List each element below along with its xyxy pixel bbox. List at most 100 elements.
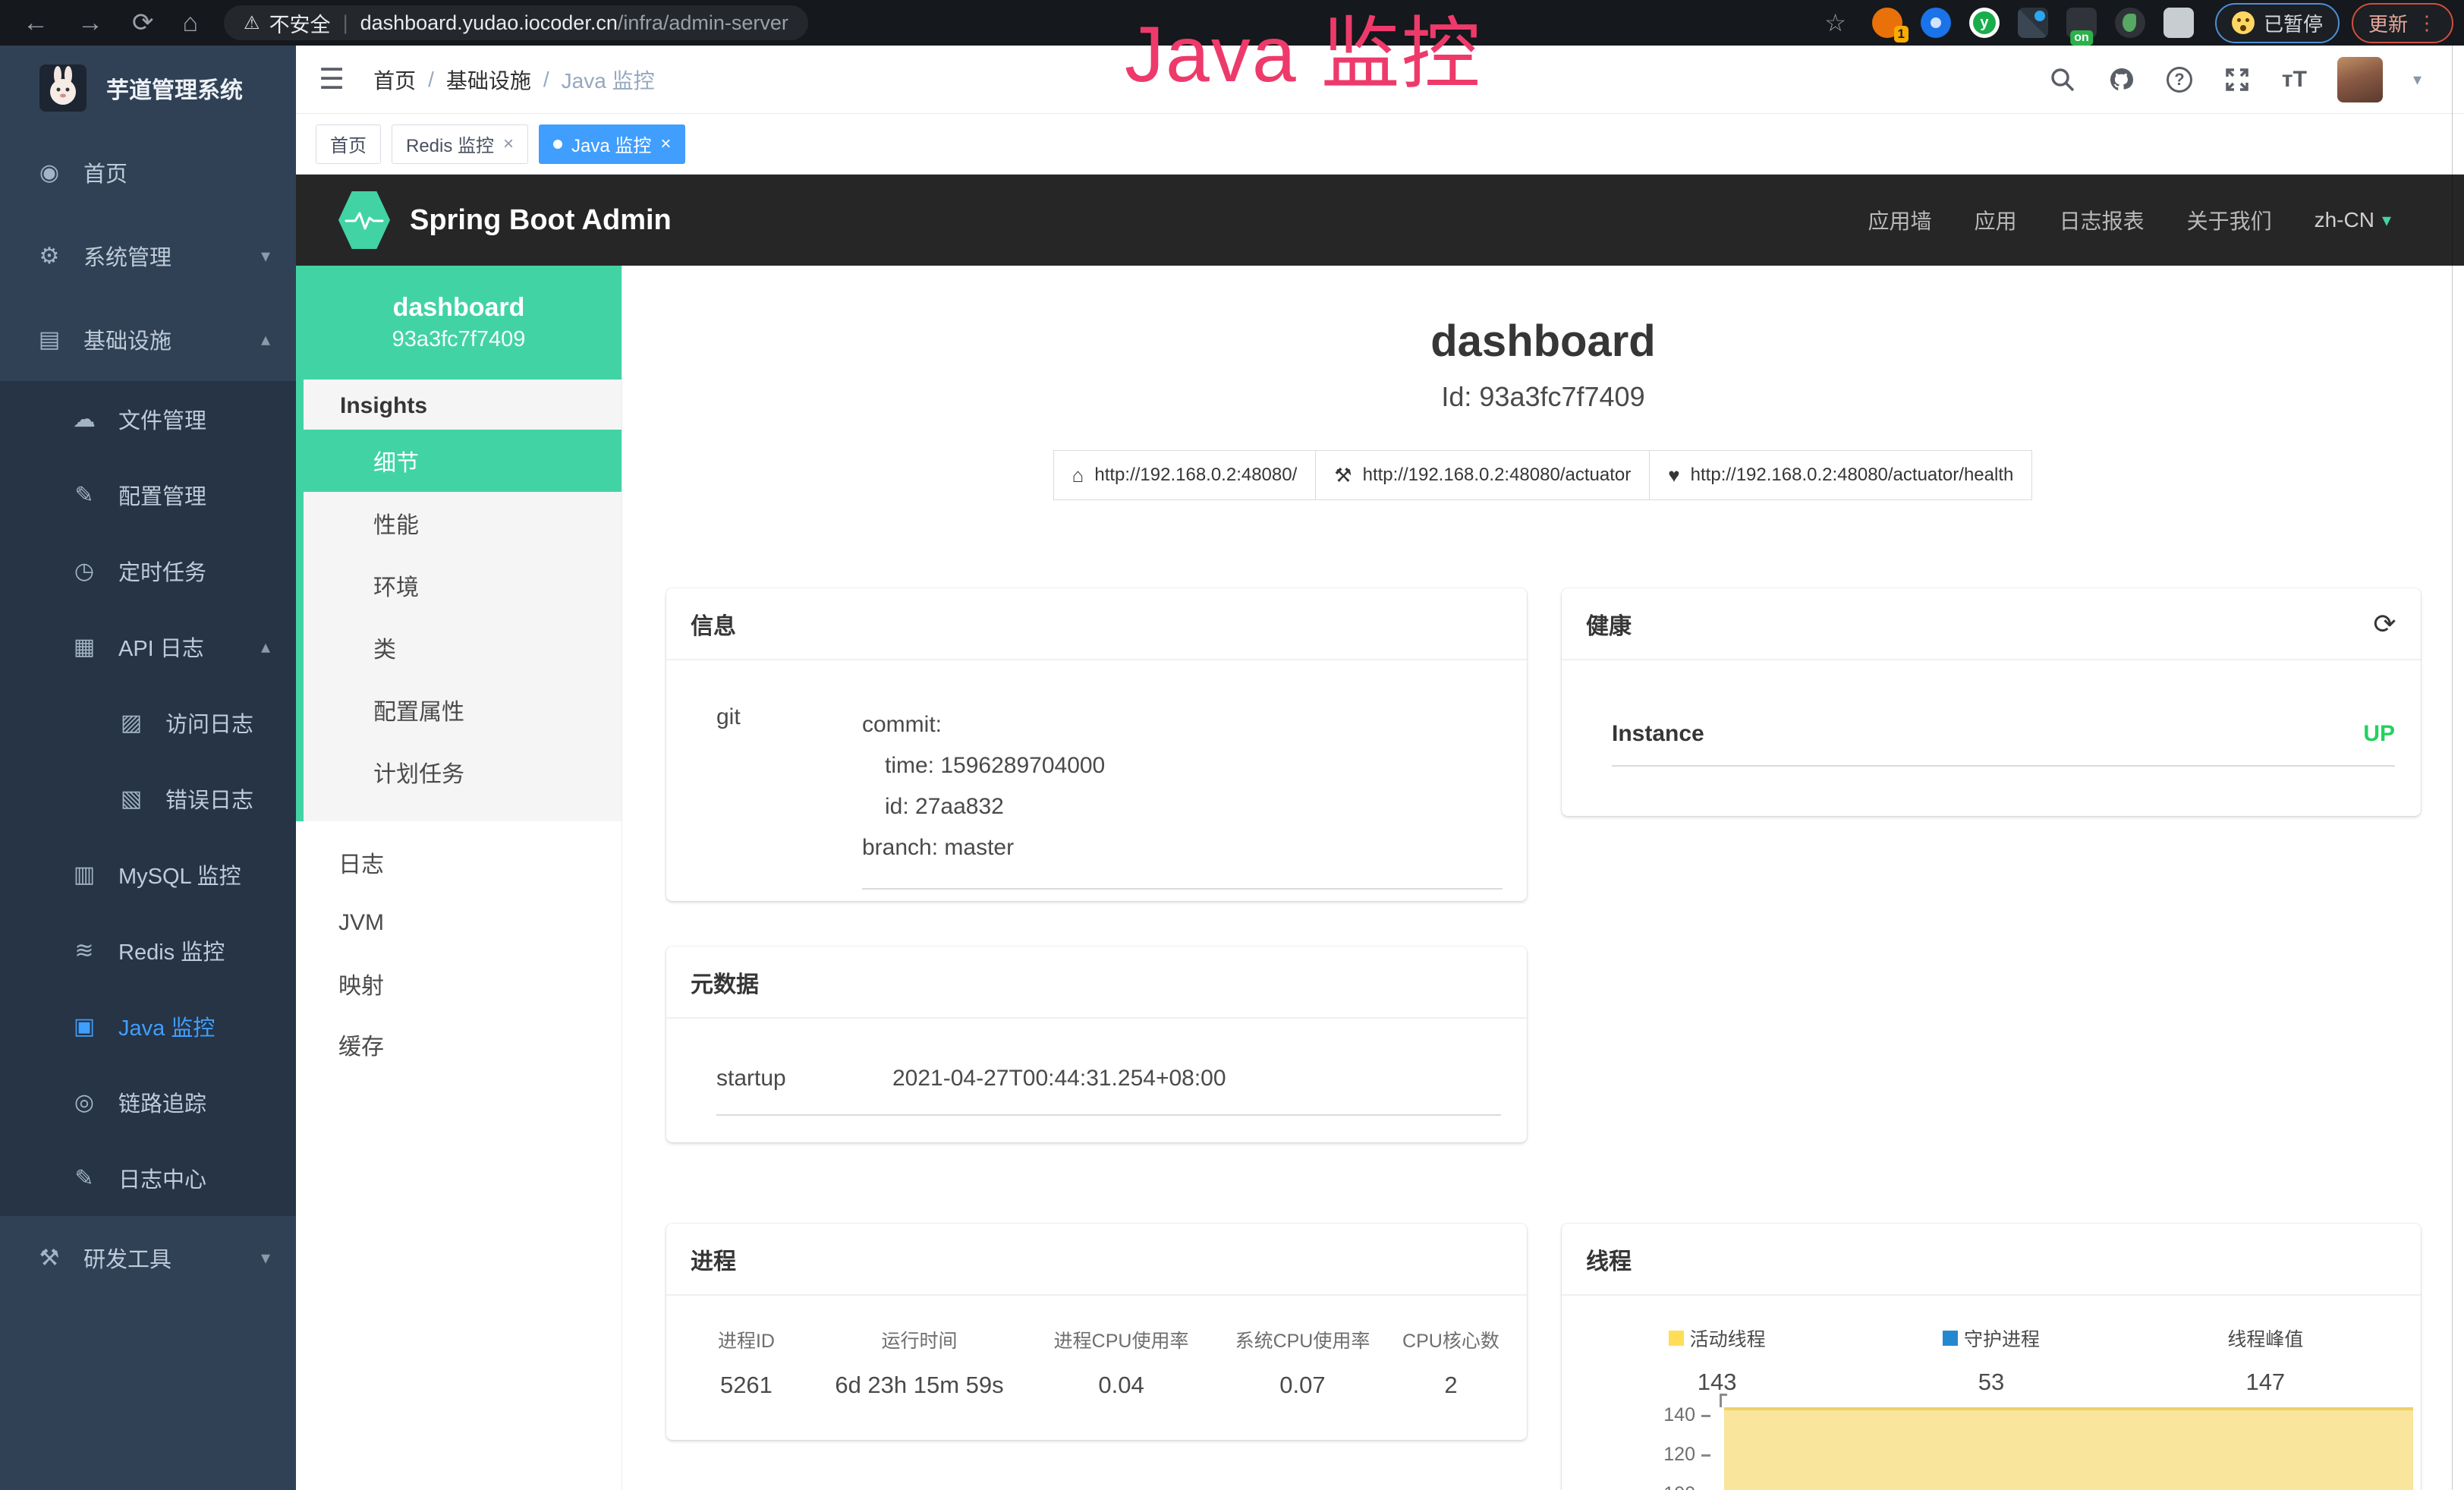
sidebar-item-log-center[interactable]: ✎ 日志中心 <box>0 1140 296 1216</box>
breadcrumb-infra[interactable]: 基础设施 <box>446 65 531 95</box>
sidebar-item-file-manage[interactable]: ☁ 文件管理 <box>0 381 296 457</box>
access-log-icon: ▨ <box>114 710 149 736</box>
sba-nav-applications[interactable]: 应用 <box>1975 205 2017 235</box>
update-button[interactable]: 更新 ⋮ <box>2352 3 2453 43</box>
tag-home[interactable]: 首页 <box>316 124 381 164</box>
extension-icon-leaf[interactable] <box>2115 8 2145 38</box>
sidebar-item-tracing[interactable]: ◎ 链路追踪 <box>0 1064 296 1140</box>
browser-home-icon[interactable]: ⌂ <box>183 0 199 46</box>
text-size-icon[interactable]: тT <box>2282 67 2307 93</box>
reload-icon[interactable]: ⟳ <box>132 0 154 46</box>
screen: ← → ⟳ ⌂ ⚠ 不安全 | dashboard.yudao.iocoder.… <box>0 0 2464 1490</box>
sidebar-item-config-manage[interactable]: ✎ 配置管理 <box>0 457 296 533</box>
sba-app-header: dashboard 93a3fc7f7409 <box>296 266 622 380</box>
sidebar-item-scheduled-jobs[interactable]: ◷ 定时任务 <box>0 533 296 609</box>
github-icon[interactable] <box>2107 65 2136 94</box>
threads-card: 线程 活动线程 守护进程 线程峰值 143 53 147 140 <box>1562 1224 2421 1490</box>
sba-nav-journal[interactable]: 日志报表 <box>2060 205 2145 235</box>
sba-item-environment[interactable]: 环境 <box>304 554 622 616</box>
health-url-button[interactable]: ♥ http://192.168.0.2:48080/actuator/heal… <box>1649 450 2032 500</box>
sba-item-caches[interactable]: 缓存 <box>296 1014 622 1075</box>
sidebar-item-access-logs[interactable]: ▨ 访问日志 <box>0 685 296 761</box>
extension-icon-grid[interactable] <box>2018 8 2048 38</box>
language-caret-icon: ▾ <box>2382 209 2391 232</box>
actuator-url-button[interactable]: ⚒ http://192.168.0.2:48080/actuator <box>1315 450 1650 500</box>
sba-item-metrics[interactable]: 性能 <box>304 492 622 554</box>
tag-java-monitor[interactable]: Java 监控 × <box>539 124 685 164</box>
process-val-uptime: 6d 23h 15m 59s <box>808 1372 1031 1399</box>
browser-menu-icon[interactable]: ⋮ <box>2417 11 2437 35</box>
threads-card-title: 线程 <box>1586 1243 1632 1276</box>
toolbox-icon: ⚒ <box>32 1245 67 1271</box>
sba-item-jvm[interactable]: JVM <box>296 893 622 953</box>
chevron-down-icon: ▾ <box>261 1247 270 1269</box>
live-threads-value: 143 <box>1580 1369 1854 1396</box>
paused-button[interactable]: 已暂停 <box>2215 3 2340 43</box>
process-val-cpu: 0.04 <box>1031 1372 1212 1399</box>
screen-icon: ▣ <box>67 1013 102 1040</box>
sba-nav-about[interactable]: 关于我们 <box>2187 205 2272 235</box>
tag-redis-monitor[interactable]: Redis 监控 × <box>392 124 528 164</box>
info-row-label: git <box>716 704 862 890</box>
extension-icon-y[interactable]: y <box>1969 8 2000 38</box>
sba-language-select[interactable]: zh-CN ▾ <box>2315 208 2391 232</box>
history-icon[interactable]: ⟲ <box>2374 608 2396 640</box>
sba-item-classes[interactable]: 类 <box>304 616 622 679</box>
app-logo-row[interactable]: 芋道管理系统 <box>0 46 296 131</box>
extensions-puzzle-icon[interactable] <box>2163 8 2194 38</box>
process-col-cores: CPU核心数 <box>1393 1326 1509 1353</box>
avatar-caret-icon[interactable]: ▾ <box>2413 70 2422 90</box>
instance-id: Id: 93a3fc7f7409 <box>622 381 2464 413</box>
breadcrumb-home[interactable]: 首页 <box>373 65 416 95</box>
sba-item-mappings[interactable]: 映射 <box>296 953 622 1014</box>
process-col-uptime: 运行时间 <box>808 1326 1031 1353</box>
threads-card-header: 线程 <box>1562 1224 2421 1296</box>
sidebar-item-java-monitor[interactable]: ▣ Java 监控 <box>0 988 296 1064</box>
breadcrumb-separator: / <box>543 68 549 92</box>
sba-item-scheduled-tasks[interactable]: 计划任务 <box>304 741 622 803</box>
back-icon[interactable]: ← <box>23 0 49 46</box>
extension-icon-pin[interactable] <box>1921 8 1951 38</box>
sidebar-item-home[interactable]: ◉ 首页 <box>0 131 296 214</box>
search-icon[interactable] <box>2048 65 2077 94</box>
sidebar-item-infra[interactable]: ▤ 基础设施 ▴ <box>0 298 296 381</box>
help-icon[interactable]: ? <box>2167 67 2192 93</box>
timer-icon: ◷ <box>67 558 102 584</box>
sba-nav-wallboard[interactable]: 应用墙 <box>1868 205 1932 235</box>
close-icon[interactable]: × <box>660 134 671 155</box>
chevron-up-icon: ▴ <box>261 636 270 658</box>
security-label: 不安全 <box>269 8 331 38</box>
sidebar-item-api-logs[interactable]: ▦ API 日志 ▴ <box>0 609 296 685</box>
forward-icon[interactable]: → <box>77 0 103 46</box>
service-url-button[interactable]: ⌂ http://192.168.0.2:48080/ <box>1053 450 1317 500</box>
scrollbar-track[interactable] <box>2452 46 2453 1490</box>
extension-icon-tampermonkey[interactable]: on <box>2066 8 2097 38</box>
fullscreen-icon[interactable] <box>2223 65 2252 94</box>
page-title: dashboard <box>622 316 2464 367</box>
bookmark-star-icon[interactable]: ☆ <box>1824 0 1846 46</box>
sba-section-insights: Insights <box>304 380 622 430</box>
sidebar-item-mysql-monitor[interactable]: ▥ MySQL 监控 <box>0 836 296 912</box>
ytick-120: 120 <box>1638 1444 1710 1466</box>
extension-icon-orange[interactable]: 1 <box>1872 8 1902 38</box>
sba-app-name: dashboard <box>393 293 525 323</box>
process-col-pid: 进程ID <box>684 1326 808 1353</box>
edit-icon: ✎ <box>67 482 102 509</box>
close-icon[interactable]: × <box>503 134 514 155</box>
process-col-cpu: 进程CPU使用率 <box>1031 1326 1212 1353</box>
active-dot <box>553 140 562 149</box>
user-avatar[interactable] <box>2337 57 2383 102</box>
address-bar[interactable]: ⚠ 不安全 | dashboard.yudao.iocoder.cn/infra… <box>224 5 808 40</box>
sba-item-config-props[interactable]: 配置属性 <box>304 679 622 741</box>
sba-app-id: 93a3fc7f7409 <box>392 327 526 352</box>
sidebar-item-dev-tools[interactable]: ⚒ 研发工具 ▾ <box>0 1216 296 1299</box>
hamburger-icon[interactable]: ☰ <box>319 62 345 96</box>
infra-submenu: ☁ 文件管理 ✎ 配置管理 ◷ 定时任务 ▦ API 日志 ▴ ▨ 访问日志 ▧ <box>0 381 296 1216</box>
sidebar-item-error-logs[interactable]: ▧ 错误日志 <box>0 761 296 836</box>
sba-item-logs[interactable]: 日志 <box>296 832 622 893</box>
sba-item-details[interactable]: 细节 <box>304 430 622 492</box>
legend-live-threads: 活动线程 <box>1580 1325 1854 1352</box>
sidebar-item-redis-monitor[interactable]: ≋ Redis 监控 <box>0 912 296 988</box>
emoji-face-icon <box>2232 11 2255 34</box>
sidebar-item-system[interactable]: ⚙ 系统管理 ▾ <box>0 214 296 298</box>
